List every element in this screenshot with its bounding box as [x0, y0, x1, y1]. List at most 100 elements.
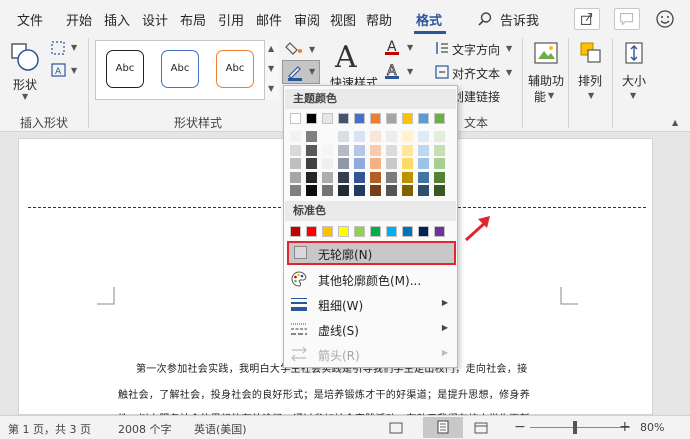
- shape-style-swatch[interactable]: Abc: [106, 50, 144, 88]
- theme-color-shade[interactable]: [322, 144, 333, 156]
- zoom-slider-track[interactable]: [530, 427, 630, 428]
- theme-color-shade[interactable]: [386, 185, 397, 196]
- theme-color-shade[interactable]: [322, 158, 333, 169]
- theme-color-shade[interactable]: [402, 144, 413, 156]
- theme-color-shade[interactable]: [290, 131, 301, 142]
- alt-text-button[interactable]: 辅助功: [528, 72, 564, 89]
- theme-color-shade[interactable]: [322, 185, 333, 196]
- theme-color-swatch[interactable]: [402, 113, 413, 124]
- theme-color-shade[interactable]: [354, 171, 365, 183]
- theme-color-shade[interactable]: [290, 185, 301, 196]
- shape-style-gallery[interactable]: Abc Abc Abc: [95, 40, 279, 100]
- tab-view[interactable]: 视图: [330, 10, 356, 29]
- comments-button[interactable]: [614, 8, 640, 30]
- theme-color-swatch[interactable]: [386, 113, 397, 124]
- arrange-button[interactable]: 排列: [578, 72, 602, 89]
- shape-fill-icon[interactable]: [285, 40, 305, 58]
- theme-color-shade[interactable]: [338, 185, 349, 196]
- web-layout-icon[interactable]: [474, 421, 488, 435]
- standard-color-swatch[interactable]: [306, 226, 317, 237]
- tab-design[interactable]: 设计: [142, 10, 168, 29]
- weight-item[interactable]: 粗细(W) ▶: [287, 292, 456, 316]
- tab-insert[interactable]: 插入: [104, 10, 130, 29]
- page-count[interactable]: 第 1 页，共 3 页: [8, 421, 91, 437]
- theme-color-swatch[interactable]: [418, 113, 429, 124]
- theme-color-shade[interactable]: [434, 144, 445, 156]
- theme-color-shade[interactable]: [290, 144, 301, 156]
- standard-color-swatch[interactable]: [386, 226, 397, 237]
- tab-format[interactable]: 格式: [416, 10, 442, 29]
- theme-color-shade[interactable]: [290, 171, 301, 183]
- align-text-icon[interactable]: [434, 64, 450, 80]
- theme-color-shade[interactable]: [306, 158, 317, 169]
- no-outline-item[interactable]: 无轮廓(N): [287, 241, 456, 265]
- theme-color-shade[interactable]: [322, 171, 333, 183]
- shapes-icon[interactable]: [10, 42, 40, 72]
- theme-color-shade[interactable]: [418, 171, 429, 183]
- theme-color-shade[interactable]: [354, 144, 365, 156]
- print-layout-button[interactable]: [423, 417, 463, 438]
- zoom-slider-thumb[interactable]: [573, 421, 577, 434]
- theme-color-swatch[interactable]: [354, 113, 365, 124]
- size-button[interactable]: 大小: [622, 72, 646, 89]
- theme-color-shade[interactable]: [306, 131, 317, 142]
- arrange-icon[interactable]: [578, 40, 604, 66]
- theme-color-shade[interactable]: [370, 131, 381, 142]
- theme-color-shade[interactable]: [370, 144, 381, 156]
- tab-review[interactable]: 审阅: [294, 10, 320, 29]
- align-text-button[interactable]: 对齐文本: [452, 65, 500, 82]
- theme-color-shade[interactable]: [386, 171, 397, 183]
- theme-color-shade[interactable]: [434, 185, 445, 196]
- theme-color-shade[interactable]: [322, 131, 333, 142]
- theme-color-shade[interactable]: [354, 158, 365, 169]
- tab-home[interactable]: 开始: [66, 10, 92, 29]
- paragraph-line[interactable]: 触社会，了解社会，投身社会的良好形式；是培养锻炼才干的好渠道；是提升思想，修身养: [118, 386, 530, 401]
- theme-color-swatch[interactable]: [322, 113, 333, 124]
- collapse-ribbon-icon[interactable]: ▲: [672, 118, 678, 127]
- text-fill-icon[interactable]: A: [382, 38, 404, 56]
- text-direction-button[interactable]: 文字方向: [452, 41, 500, 58]
- chevron-up-icon[interactable]: ▲: [268, 44, 274, 53]
- theme-color-shade[interactable]: [306, 144, 317, 156]
- theme-color-shade[interactable]: [290, 158, 301, 169]
- theme-color-shade[interactable]: [418, 144, 429, 156]
- search-icon[interactable]: [477, 11, 493, 27]
- theme-color-shade[interactable]: [386, 144, 397, 156]
- shape-style-swatch[interactable]: Abc: [216, 50, 254, 88]
- tell-me-search[interactable]: 告诉我: [500, 10, 539, 29]
- theme-color-swatch[interactable]: [338, 113, 349, 124]
- dashes-item[interactable]: 虚线(S) ▶: [287, 317, 456, 341]
- chevron-down-icon[interactable]: ▼: [268, 64, 274, 73]
- theme-color-shade[interactable]: [354, 131, 365, 142]
- theme-color-shade[interactable]: [418, 158, 429, 169]
- share-button[interactable]: [574, 8, 600, 30]
- standard-color-swatch[interactable]: [402, 226, 413, 237]
- alt-text-icon[interactable]: [533, 40, 559, 66]
- theme-color-shade[interactable]: [402, 171, 413, 183]
- theme-color-shade[interactable]: [418, 131, 429, 142]
- tab-references[interactable]: 引用: [218, 10, 244, 29]
- text-box-icon[interactable]: A: [50, 62, 68, 78]
- theme-color-shade[interactable]: [434, 158, 445, 169]
- theme-color-shade[interactable]: [402, 131, 413, 142]
- theme-color-shade[interactable]: [434, 131, 445, 142]
- shape-style-swatch[interactable]: Abc: [161, 50, 199, 88]
- standard-color-swatch[interactable]: [418, 226, 429, 237]
- theme-color-shade[interactable]: [370, 171, 381, 183]
- tab-mailings[interactable]: 邮件: [256, 10, 282, 29]
- text-direction-icon[interactable]: [434, 40, 450, 56]
- standard-color-swatch[interactable]: [434, 226, 445, 237]
- theme-color-shade[interactable]: [402, 185, 413, 196]
- theme-color-shade[interactable]: [418, 185, 429, 196]
- feedback-smiley-icon[interactable]: [655, 9, 675, 29]
- zoom-out-button[interactable]: −: [514, 419, 526, 435]
- gallery-expand-icon[interactable]: ▼: [268, 84, 274, 93]
- standard-color-swatch[interactable]: [290, 226, 301, 237]
- theme-color-shade[interactable]: [306, 171, 317, 183]
- more-outline-colors-item[interactable]: 其他轮廓颜色(M)...: [287, 267, 456, 291]
- theme-color-shade[interactable]: [386, 158, 397, 169]
- theme-color-shade[interactable]: [370, 185, 381, 196]
- tab-help[interactable]: 帮助: [366, 10, 392, 29]
- text-outline-icon[interactable]: A: [382, 62, 404, 80]
- wordart-a-icon[interactable]: A: [335, 40, 357, 75]
